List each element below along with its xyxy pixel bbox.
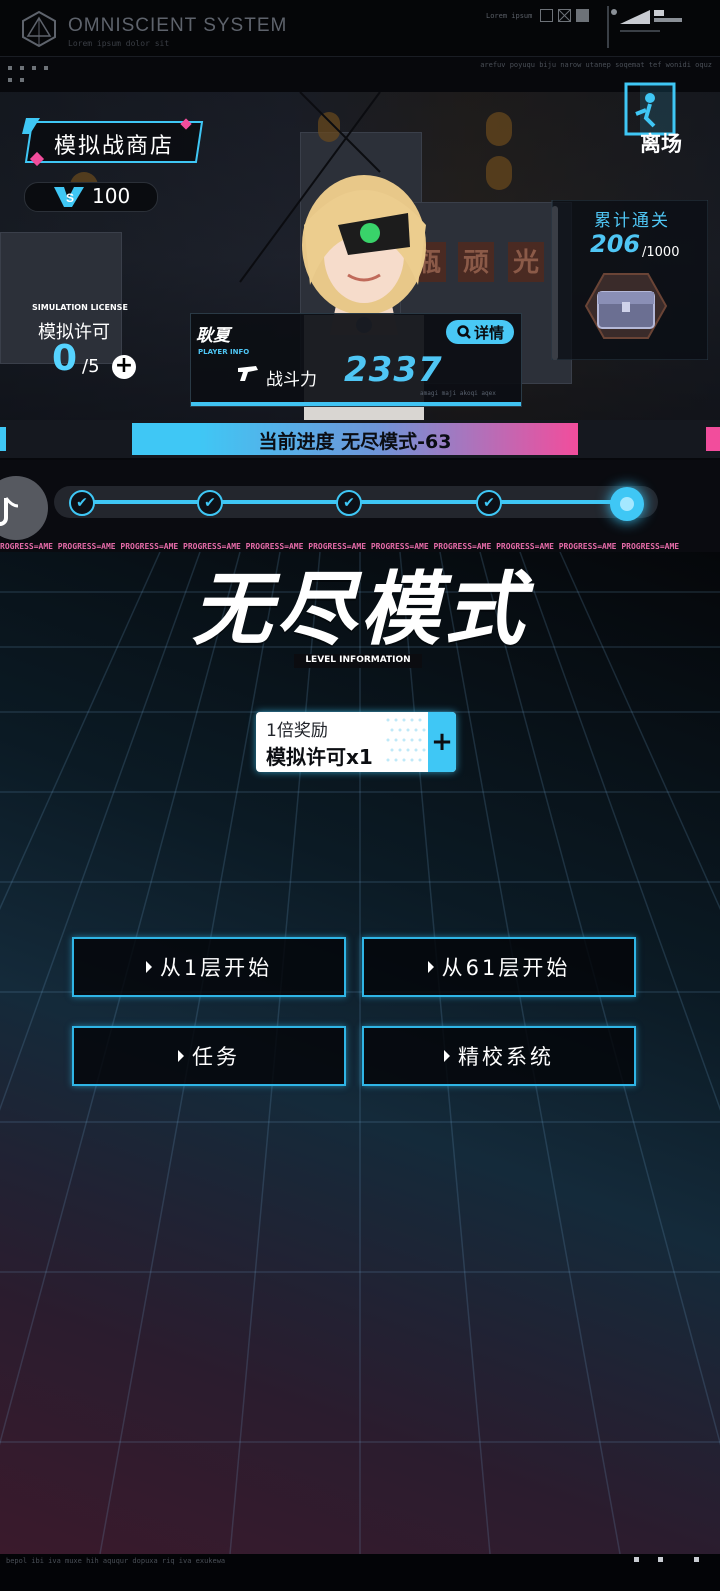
- bottom-ticker-text: bepol ibi iva muxe hih aququr dopuxa riq…: [6, 1557, 226, 1565]
- progress-node-current-core: [620, 497, 634, 511]
- progress-node-4: ✔: [476, 490, 502, 516]
- reward-card-pattern: [386, 718, 426, 762]
- search-icon: [457, 325, 471, 339]
- bottom-deco-square: [634, 1557, 639, 1562]
- license-current: 0: [52, 338, 78, 379]
- play-arrow-icon: [178, 1050, 184, 1062]
- start-floor-1-label: 从1层开始: [159, 956, 273, 980]
- power-value: 2337: [344, 350, 443, 390]
- clear-current: 206: [590, 230, 641, 258]
- player-name: 耿夏: [196, 326, 230, 346]
- level-info-label: LEVEL INFORMATION: [305, 655, 411, 665]
- system-logo-icon: [22, 10, 56, 48]
- power-label: 战斗力: [266, 370, 317, 390]
- deco-dots-icon: [8, 66, 48, 82]
- system-subtitle: Lorem ipsum dolor sit: [68, 39, 170, 48]
- progress-banner-text: 当前进度 无尽模式-63: [258, 431, 452, 453]
- play-arrow-icon: [145, 961, 152, 973]
- reward-multiplier: 1倍奖励: [266, 721, 328, 741]
- top-right-deco-icon: [607, 6, 682, 48]
- deco-cross-square-icon: [558, 9, 571, 22]
- detail-button-label[interactable]: 详情: [474, 322, 504, 343]
- player-info-label: PLAYER INFO: [198, 348, 250, 356]
- license-add-button[interactable]: +: [112, 355, 136, 379]
- vs-icon: S: [54, 187, 84, 207]
- top-lorem-label: Lorem ipsum: [486, 12, 533, 20]
- banner-right-accent: [706, 427, 720, 451]
- currency-value: 100: [92, 184, 131, 208]
- bottom-deco-square: [658, 1557, 663, 1562]
- bottom-deco-square: [694, 1557, 699, 1562]
- currency-pill: [24, 182, 158, 212]
- progress-node-2: ✔: [197, 490, 223, 516]
- start-floor-61-button[interactable]: 从61层开始: [362, 937, 636, 997]
- progress-ticker-strip: ROGRESS=AME PROGRESS=AME PROGRESS=AME PR…: [0, 542, 720, 552]
- reward-item: 模拟许可x1: [266, 745, 373, 769]
- license-max: /5: [82, 356, 100, 377]
- gun-icon: [238, 366, 258, 381]
- player-card-tiny-text: amagi maji akoqi aqex: [420, 390, 496, 397]
- calibration-system-button[interactable]: 精校系统: [362, 1026, 636, 1086]
- clear-scrollbar: [552, 206, 558, 360]
- license-label-en: SIMULATION LICENSE: [32, 303, 128, 312]
- progress-node-3: ✔: [336, 490, 362, 516]
- top-ticker-text: arefuv poyuqu biju narow utanep soqemat …: [480, 61, 712, 69]
- play-arrow-icon: [444, 1050, 450, 1062]
- floating-assist-bubble[interactable]: [0, 476, 48, 540]
- treasure-chest-icon[interactable]: [584, 270, 668, 342]
- task-button[interactable]: 任务: [72, 1026, 346, 1086]
- clear-max: /1000: [642, 245, 680, 260]
- svg-text:S: S: [66, 191, 74, 205]
- calibration-system-label: 精校系统: [458, 1045, 554, 1069]
- shop-button-label[interactable]: 模拟战商店: [54, 128, 174, 160]
- progress-node-1: ✔: [69, 490, 95, 516]
- deco-square-icon: [540, 9, 553, 22]
- music-note-icon: [0, 497, 19, 526]
- task-label: 任务: [192, 1045, 240, 1069]
- start-floor-61-label: 从61层开始: [441, 956, 571, 980]
- reward-add-button[interactable]: +: [428, 712, 456, 772]
- clear-label: 累计通关: [594, 211, 670, 231]
- exit-button-label[interactable]: 离场: [640, 128, 682, 158]
- deco-filled-square-icon: [576, 9, 589, 22]
- play-arrow-icon: [427, 961, 434, 973]
- mode-title: 无尽模式: [192, 563, 528, 656]
- start-floor-1-button[interactable]: 从1层开始: [72, 937, 346, 997]
- banner-left-accent: [0, 427, 6, 451]
- system-title: OMNISCIENT SYSTEM: [68, 15, 288, 36]
